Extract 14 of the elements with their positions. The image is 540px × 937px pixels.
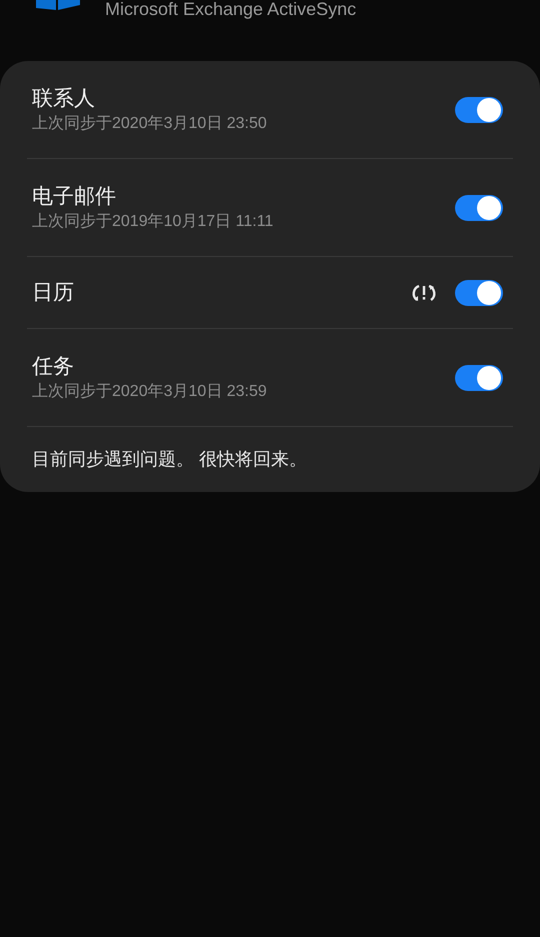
item-title: 日历 bbox=[32, 280, 75, 306]
toggle-switch[interactable] bbox=[455, 280, 503, 306]
last-sync-time: 上次同步于2019年10月17日 11:11 bbox=[32, 212, 274, 232]
item-title: 电子邮件 bbox=[32, 184, 117, 210]
account-type: Microsoft Exchange ActiveSync bbox=[105, 0, 356, 20]
status-message: 目前同步遇到问题。 很快将回来。 bbox=[32, 448, 308, 471]
logo-icon bbox=[36, 0, 80, 10]
item-title: 任务 bbox=[32, 354, 75, 380]
toggle-switch[interactable] bbox=[455, 96, 503, 122]
item-title: 联系人 bbox=[32, 86, 96, 112]
toggle-switch[interactable] bbox=[455, 194, 503, 220]
toggle-switch[interactable] bbox=[455, 364, 503, 390]
last-sync-time: 上次同步于2020年3月10日 23:59 bbox=[32, 382, 268, 402]
last-sync-time: 上次同步于2020年3月10日 23:50 bbox=[32, 114, 268, 134]
